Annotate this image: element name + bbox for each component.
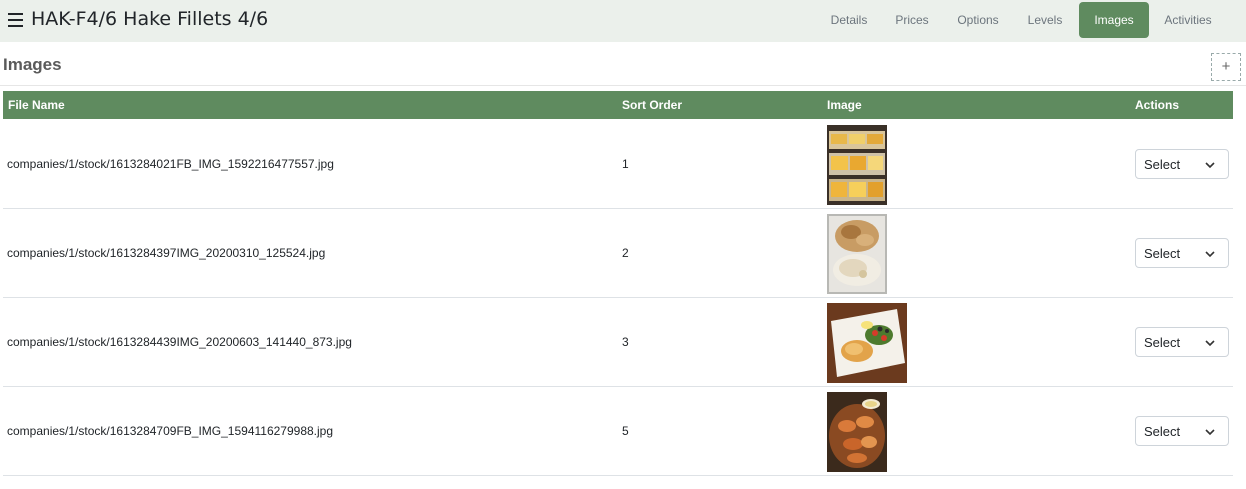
table-row: companies/1/stock/1613284397IMG_20200310… <box>3 209 1233 298</box>
file-name-cell: companies/1/stock/1613284021FB_IMG_15922… <box>7 157 334 171</box>
section-title: Images <box>3 55 62 74</box>
actions-select[interactable]: Select <box>1135 416 1229 446</box>
chevron-down-icon <box>1205 340 1215 347</box>
tab-levels[interactable]: Levels <box>1018 2 1072 38</box>
column-header-sort-order[interactable]: Sort Order <box>622 91 682 119</box>
actions-select-value: Select <box>1144 246 1181 261</box>
sort-order-cell: 2 <box>622 246 629 260</box>
chevron-down-icon <box>1205 162 1215 169</box>
actions-select[interactable]: Select <box>1135 149 1229 179</box>
top-bar: HAK-F4/6 Hake Fillets 4/6 Details Prices… <box>0 0 1246 42</box>
table-row: companies/1/stock/1613284709FB_IMG_15941… <box>3 387 1233 476</box>
chevron-down-icon <box>1205 251 1215 258</box>
image-thumbnail[interactable] <box>827 303 907 383</box>
actions-select-value: Select <box>1144 157 1181 172</box>
column-header-file-name[interactable]: File Name <box>8 91 65 119</box>
file-name-cell: companies/1/stock/1613284709FB_IMG_15941… <box>7 424 334 438</box>
sort-order-cell: 1 <box>622 157 629 171</box>
column-header-actions: Actions <box>1135 98 1180 112</box>
divider <box>0 85 1246 86</box>
table-row: companies/1/stock/1613284439IMG_20200603… <box>3 298 1233 387</box>
actions-select-value: Select <box>1144 424 1181 439</box>
actions-select[interactable]: Select <box>1135 327 1229 357</box>
tab-details[interactable]: Details <box>819 2 879 38</box>
table-header: File Name Sort Order Image Actions <box>3 91 1233 119</box>
chevron-down-icon <box>1205 429 1215 436</box>
table-row: companies/1/stock/1613284021FB_IMG_15922… <box>3 120 1233 209</box>
sort-order-cell: 3 <box>622 335 629 349</box>
page-title: HAK-F4/6 Hake Fillets 4/6 <box>31 8 269 30</box>
image-thumbnail[interactable] <box>827 214 887 294</box>
tab-activities[interactable]: Activities <box>1155 2 1221 38</box>
tab-images[interactable]: Images <box>1079 2 1149 38</box>
file-name-cell: companies/1/stock/1613284397IMG_20200310… <box>7 246 326 260</box>
tab-options[interactable]: Options <box>948 2 1008 38</box>
image-thumbnail[interactable] <box>827 125 887 205</box>
hamburger-menu-icon[interactable] <box>8 9 26 31</box>
actions-select-value: Select <box>1144 335 1181 350</box>
sort-order-cell: 5 <box>622 424 629 438</box>
add-image-button[interactable]: + <box>1211 53 1241 81</box>
actions-select[interactable]: Select <box>1135 238 1229 268</box>
column-header-image: Image <box>827 98 862 112</box>
tab-prices[interactable]: Prices <box>886 2 938 38</box>
file-name-cell: companies/1/stock/1613284439IMG_20200603… <box>7 335 352 349</box>
image-thumbnail[interactable] <box>827 392 887 472</box>
